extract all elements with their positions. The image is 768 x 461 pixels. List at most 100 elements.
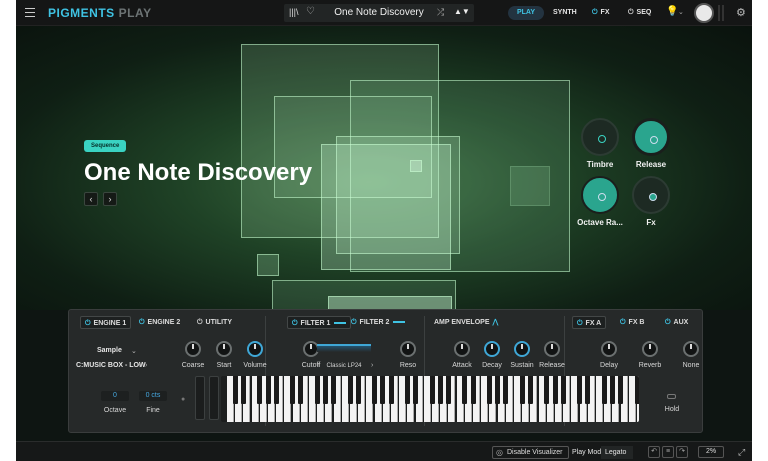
black-key[interactable] <box>240 376 246 404</box>
octave-value[interactable]: 0 <box>101 391 129 401</box>
black-key[interactable] <box>380 376 386 404</box>
black-key[interactable] <box>577 376 583 404</box>
filter-type-label[interactable]: Classic LP24 <box>321 363 367 369</box>
black-key[interactable] <box>503 376 509 404</box>
black-key[interactable] <box>429 376 435 404</box>
black-key[interactable] <box>257 376 263 404</box>
black-key[interactable] <box>495 376 501 404</box>
expand-icon[interactable]: ⤢ <box>738 447 745 458</box>
prev-preset-button[interactable]: ‹ <box>84 192 98 206</box>
release-knob[interactable] <box>544 341 560 357</box>
macro-fx-knob[interactable] <box>632 176 670 214</box>
black-key[interactable] <box>322 376 328 404</box>
decay-knob[interactable] <box>484 341 500 357</box>
black-key[interactable] <box>445 376 451 404</box>
prev-sample-icon[interactable]: ‹ <box>138 362 140 369</box>
black-key[interactable] <box>601 376 607 404</box>
preset-browser-bar[interactable]: |||\ ♡ One Note Discovery ⤮ ▲▼ <box>284 4 474 22</box>
tab-seq[interactable]: ⏻ SEQ <box>628 9 651 17</box>
bulb-icon[interactable]: 💡 <box>666 6 678 17</box>
black-key[interactable] <box>519 376 525 404</box>
black-key[interactable] <box>388 376 394 404</box>
tab-filter2[interactable]: ⏻ FILTER 2 <box>351 316 406 329</box>
pitch-bend-slider[interactable] <box>195 376 205 420</box>
shuffle-icon[interactable]: ⤮ <box>437 7 444 18</box>
fine-value[interactable]: 0 cts <box>139 391 167 401</box>
black-key[interactable] <box>527 376 533 404</box>
redo-icon[interactable]: ↷ <box>676 446 688 458</box>
hold-toggle[interactable] <box>667 394 676 399</box>
black-key[interactable] <box>298 376 304 404</box>
black-key[interactable] <box>618 376 624 404</box>
next-filter-icon[interactable]: › <box>371 362 373 369</box>
power-icon[interactable]: ⏻ <box>620 319 626 326</box>
tab-synth[interactable]: SYNTH <box>553 9 577 16</box>
tab-utility[interactable]: ⏻ UTILITY <box>197 316 232 329</box>
black-key[interactable] <box>544 376 550 404</box>
black-key[interactable] <box>314 376 320 404</box>
sustain-knob[interactable] <box>514 341 530 357</box>
history-icon[interactable]: ≡ <box>662 446 674 458</box>
reverb-knob[interactable] <box>642 341 658 357</box>
tab-aux[interactable]: ⏻ AUX <box>665 316 688 329</box>
black-key[interactable] <box>413 376 419 404</box>
undo-icon[interactable]: ↶ <box>648 446 660 458</box>
black-key[interactable] <box>290 376 296 404</box>
power-icon[interactable]: ⏻ <box>351 319 357 326</box>
tab-fx-b[interactable]: ⏻ FX B <box>620 316 645 329</box>
black-key[interactable] <box>552 376 558 404</box>
black-key[interactable] <box>462 376 468 404</box>
chevron-down-icon[interactable]: ⌄ <box>678 8 684 16</box>
power-icon[interactable]: ⏻ <box>577 320 583 327</box>
coarse-knob[interactable] <box>185 341 201 357</box>
black-key[interactable] <box>437 376 443 404</box>
black-key[interactable] <box>265 376 271 404</box>
next-sample-icon[interactable]: › <box>145 362 147 369</box>
macro-timbre-knob[interactable] <box>581 118 619 156</box>
black-key[interactable] <box>470 376 476 404</box>
aux-knob[interactable] <box>683 341 699 357</box>
arrows-icon[interactable]: ▲▼ <box>454 7 470 16</box>
black-key[interactable] <box>273 376 279 404</box>
sample-name[interactable]: C:MUSIC BOX - LOW <box>76 362 146 369</box>
tab-fx-a[interactable]: ⏻ FX A <box>572 316 607 329</box>
volume-knob[interactable] <box>247 341 263 357</box>
power-icon[interactable]: ⏻ <box>139 319 145 326</box>
black-key[interactable] <box>404 376 410 404</box>
macro-octave-knob[interactable] <box>581 176 619 214</box>
black-key[interactable] <box>355 376 361 404</box>
tab-filter1[interactable]: ⏻ FILTER 1 <box>287 316 352 329</box>
black-key[interactable] <box>560 376 566 404</box>
reso-knob[interactable] <box>400 341 416 357</box>
tab-amp-envelope[interactable]: AMP ENVELOPE ⋀ <box>434 316 498 329</box>
next-preset-button[interactable]: › <box>103 192 117 206</box>
menu-icon[interactable] <box>25 8 35 17</box>
play-mode-select[interactable]: Legato <box>601 446 633 459</box>
master-volume-knob[interactable] <box>694 3 714 23</box>
macro-release-knob[interactable] <box>632 118 670 156</box>
disable-visualizer-button[interactable]: ◎ Disable Visualizer <box>492 446 569 459</box>
start-knob[interactable] <box>216 341 232 357</box>
black-key[interactable] <box>232 376 238 404</box>
attack-knob[interactable] <box>454 341 470 357</box>
black-key[interactable] <box>347 376 353 404</box>
delay-knob[interactable] <box>601 341 617 357</box>
settings-dot-icon[interactable]: ● <box>181 396 185 403</box>
power-icon[interactable]: ⏻ <box>665 319 671 326</box>
power-icon[interactable]: ⏻ <box>292 320 298 327</box>
chevron-down-icon[interactable]: ⌄ <box>131 347 137 355</box>
black-key[interactable] <box>634 376 639 404</box>
tab-engine1[interactable]: ⏻ ENGINE 1 <box>80 316 132 329</box>
power-icon[interactable]: ⏻ <box>85 320 91 327</box>
black-key[interactable] <box>609 376 615 404</box>
gear-icon[interactable]: ⚙ <box>736 6 746 19</box>
black-key[interactable] <box>331 376 337 404</box>
preset-name[interactable]: One Note Discovery <box>284 7 474 18</box>
tab-fx[interactable]: ⏻ FX <box>592 9 610 17</box>
black-key[interactable] <box>372 376 378 404</box>
prev-filter-icon[interactable]: ‹ <box>317 362 319 369</box>
keyboard[interactable] <box>221 376 639 422</box>
black-key[interactable] <box>585 376 591 404</box>
mod-wheel-slider[interactable] <box>209 376 219 420</box>
black-key[interactable] <box>486 376 492 404</box>
